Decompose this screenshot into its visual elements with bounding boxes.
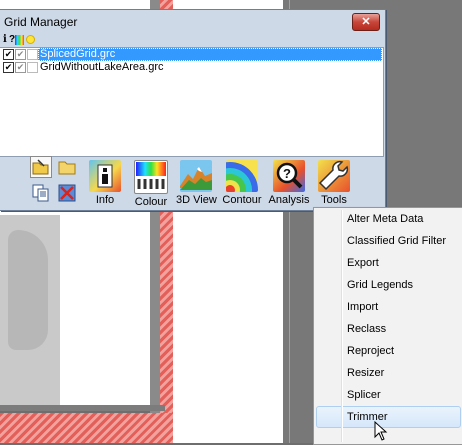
terrain-3d-icon bbox=[180, 160, 212, 192]
view3d-button[interactable]: 3D View bbox=[176, 160, 217, 206]
analysis-label: Analysis bbox=[268, 194, 310, 206]
menu-item-resizer[interactable]: Resizer bbox=[314, 362, 462, 384]
info-label: Info bbox=[95, 194, 115, 206]
menu-item-splicer[interactable]: Splicer bbox=[314, 384, 462, 406]
map-frame-bottom bbox=[0, 405, 165, 411]
sun-mini-icon[interactable] bbox=[26, 35, 35, 44]
tertiary-checkbox[interactable] bbox=[27, 49, 38, 60]
mini-toolbar: i? bbox=[3, 34, 63, 46]
grid-name[interactable]: SplicedGrid.grc bbox=[38, 48, 382, 61]
menu-item-grid-legends[interactable]: Grid Legends bbox=[314, 274, 462, 296]
menu-gutter bbox=[341, 210, 343, 442]
tools-menu: Alter Meta Data Classified Grid Filter E… bbox=[313, 207, 462, 445]
visibility-checkbox[interactable]: ✔ bbox=[3, 49, 14, 60]
info-button[interactable]: Info bbox=[88, 160, 122, 206]
tools-button[interactable]: Tools bbox=[316, 160, 352, 206]
grid-name[interactable]: GridWithoutLakeArea.grc bbox=[38, 61, 166, 74]
colour-label: Colour bbox=[134, 196, 168, 208]
list-item[interactable]: ✔ ✔ GridWithoutLakeArea.grc bbox=[0, 61, 383, 74]
analysis-magnifier-icon: ? bbox=[273, 160, 305, 192]
wrench-icon bbox=[318, 160, 350, 192]
analysis-button[interactable]: ? Analysis bbox=[268, 160, 310, 206]
window-title: Grid Manager bbox=[4, 15, 78, 29]
visibility-checkbox[interactable]: ✔ bbox=[3, 62, 14, 73]
close-button[interactable]: ✕ bbox=[352, 13, 380, 31]
tertiary-checkbox[interactable] bbox=[27, 62, 38, 73]
grid-manager-window[interactable]: Grid Manager ✕ i? ✔ ✔ SplicedGrid.grc ✔ … bbox=[0, 9, 386, 211]
menu-item-classified-grid-filter[interactable]: Classified Grid Filter bbox=[314, 230, 462, 252]
grid-toolbar: Info Colour 3D View Contour ? Analysis T… bbox=[24, 160, 364, 208]
secondary-checkbox[interactable]: ✔ bbox=[15, 62, 26, 73]
secondary-checkbox[interactable]: ✔ bbox=[15, 49, 26, 60]
menu-item-reproject[interactable]: Reproject bbox=[314, 340, 462, 362]
menu-item-reclass[interactable]: Reclass bbox=[314, 318, 462, 340]
list-item[interactable]: ✔ ✔ SplicedGrid.grc bbox=[0, 48, 383, 61]
colour-palette-icon bbox=[134, 160, 168, 194]
colour-mini-icon[interactable] bbox=[15, 35, 24, 45]
contour-icon bbox=[226, 160, 258, 192]
title-bar[interactable]: Grid Manager ✕ bbox=[0, 10, 385, 34]
grid-list[interactable]: ✔ ✔ SplicedGrid.grc ✔ ✔ GridWithoutLakeA… bbox=[0, 47, 384, 157]
info-icon bbox=[89, 160, 121, 192]
svg-text:?: ? bbox=[283, 166, 291, 181]
contour-button[interactable]: Contour bbox=[222, 160, 262, 206]
map-terrain-shape bbox=[0, 215, 60, 405]
mouse-pointer-icon bbox=[374, 420, 388, 442]
hatched-margin-bottom bbox=[0, 413, 173, 443]
view3d-label: 3D View bbox=[176, 194, 217, 206]
contour-label: Contour bbox=[222, 194, 262, 206]
menu-item-trimmer[interactable]: Trimmer bbox=[316, 406, 461, 428]
menu-item-export[interactable]: Export bbox=[314, 252, 462, 274]
menu-item-alter-meta-data[interactable]: Alter Meta Data bbox=[314, 208, 462, 230]
menu-item-import[interactable]: Import bbox=[314, 296, 462, 318]
tools-label: Tools bbox=[321, 194, 347, 206]
colour-button[interactable]: Colour bbox=[132, 160, 170, 208]
